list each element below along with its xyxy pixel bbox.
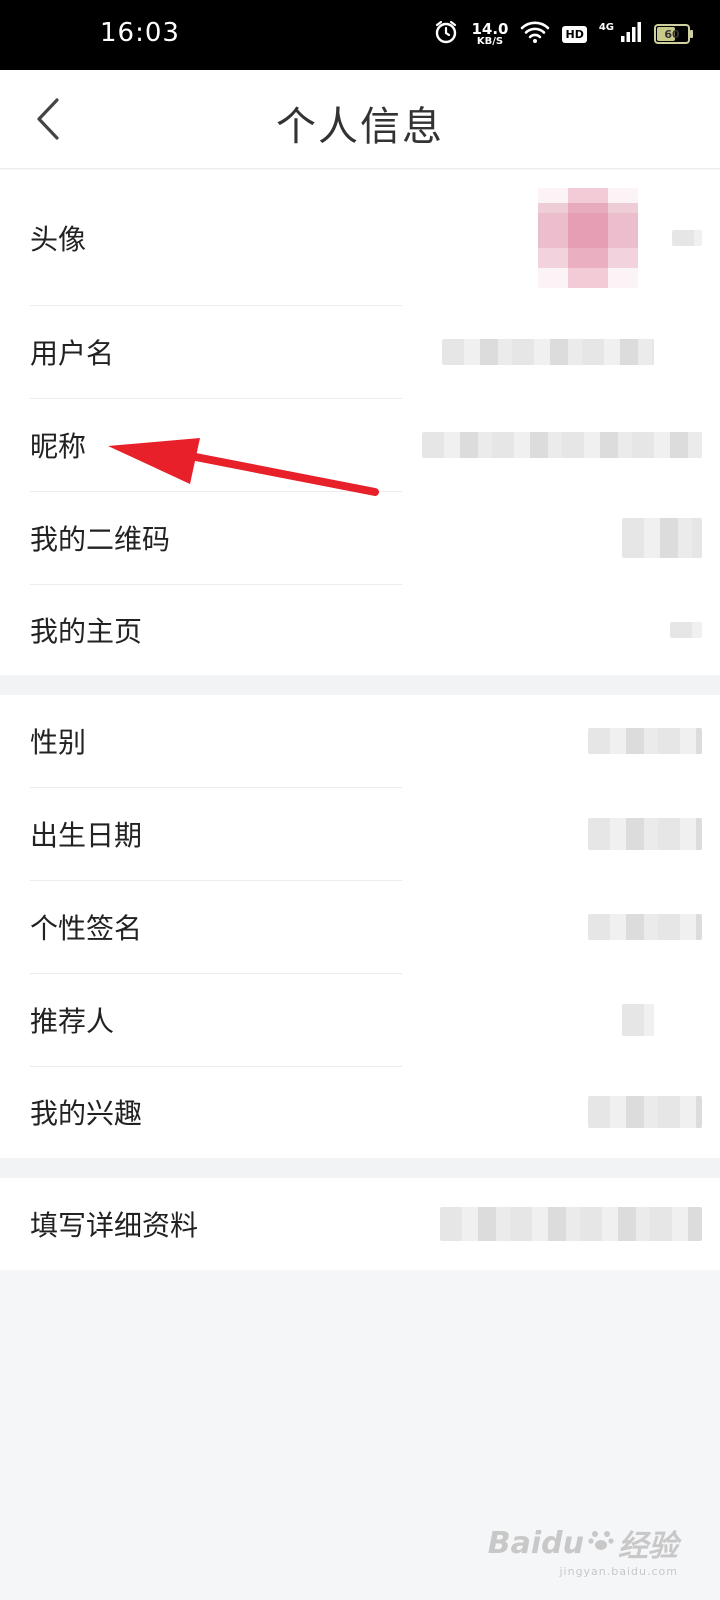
row-label: 我的二维码 — [30, 522, 171, 556]
row-label: 出生日期 — [30, 818, 143, 852]
row-signature[interactable]: 个性签名 — [0, 880, 720, 973]
row-gender[interactable]: 性别 — [0, 695, 720, 787]
wifi-icon — [520, 20, 550, 48]
row-value-blurred — [588, 1096, 702, 1128]
avatar — [538, 187, 702, 288]
watermark-text: 经验 — [618, 1529, 678, 1564]
row-interests[interactable]: 我的兴趣 — [0, 1066, 720, 1158]
row-username[interactable]: 用户名 — [0, 305, 720, 398]
row-label: 推荐人 — [30, 1004, 115, 1038]
row-homepage[interactable]: 我的主页 — [0, 584, 720, 675]
row-referrer[interactable]: 推荐人 — [0, 973, 720, 1066]
baidu-watermark: Baidu 经验 jingyan.baidu.com — [487, 1521, 678, 1579]
profile-section-details: 性别 出生日期 个性签名 推荐人 我的兴趣 — [0, 695, 720, 1158]
row-avatar[interactable]: 头像 — [0, 170, 720, 305]
alarm-icon — [433, 19, 459, 49]
row-label: 头像 — [30, 222, 87, 256]
battery-percent: 60 — [664, 27, 680, 41]
row-value-blurred — [422, 431, 702, 458]
profile-section-basic: 头像 用户名 昵称 我的二维码 我的主页 — [0, 170, 720, 675]
section-divider — [0, 1158, 720, 1178]
avatar-image — [538, 187, 638, 288]
row-label: 昵称 — [30, 429, 87, 463]
network-type: 4G — [598, 21, 614, 33]
chevron-right-icon — [672, 229, 702, 246]
row-label: 填写详细资料 — [30, 1209, 199, 1242]
row-value-blurred — [588, 913, 702, 940]
status-time: 16:03 — [100, 18, 180, 48]
network-speed-value: 14.0 — [471, 19, 509, 38]
row-value-blurred — [670, 621, 702, 638]
profile-section-more: 填写详细资料 — [0, 1178, 720, 1270]
network-speed-unit: KB/S — [476, 35, 504, 47]
signal-icon — [620, 21, 642, 47]
row-qr-code[interactable]: 我的二维码 — [0, 491, 720, 584]
nav-bar: 个人信息 — [0, 70, 720, 169]
row-label: 性别 — [30, 726, 87, 759]
hd-badge: HD — [562, 25, 587, 43]
row-label: 个性签名 — [30, 911, 143, 945]
row-birthday[interactable]: 出生日期 — [0, 787, 720, 880]
battery-icon: 60 — [654, 24, 693, 44]
row-label: 用户名 — [30, 336, 115, 370]
status-bar: 16:03 14.0 KB/S HD 4G 60 — [0, 0, 720, 70]
paw-icon — [588, 1526, 614, 1561]
watermark-url: jingyan.baidu.com — [559, 1565, 678, 1578]
row-label: 我的主页 — [30, 614, 143, 648]
row-value-blurred — [442, 338, 654, 365]
watermark-brand: Baidu — [487, 1525, 584, 1561]
row-value-blurred — [440, 1207, 702, 1241]
row-value-blurred — [622, 517, 702, 558]
row-value-blurred — [588, 728, 702, 754]
row-label: 我的兴趣 — [30, 1097, 143, 1130]
page-title: 个人信息 — [276, 104, 444, 150]
status-icons: 14.0 KB/S HD 4G 60 — [433, 14, 693, 54]
section-divider — [0, 675, 720, 695]
row-nickname[interactable]: 昵称 — [0, 398, 720, 491]
row-fill-details[interactable]: 填写详细资料 — [0, 1178, 720, 1270]
row-value-blurred — [588, 817, 702, 850]
network-speed: 14.0 KB/S — [471, 19, 509, 47]
row-value-blurred — [622, 1003, 654, 1036]
